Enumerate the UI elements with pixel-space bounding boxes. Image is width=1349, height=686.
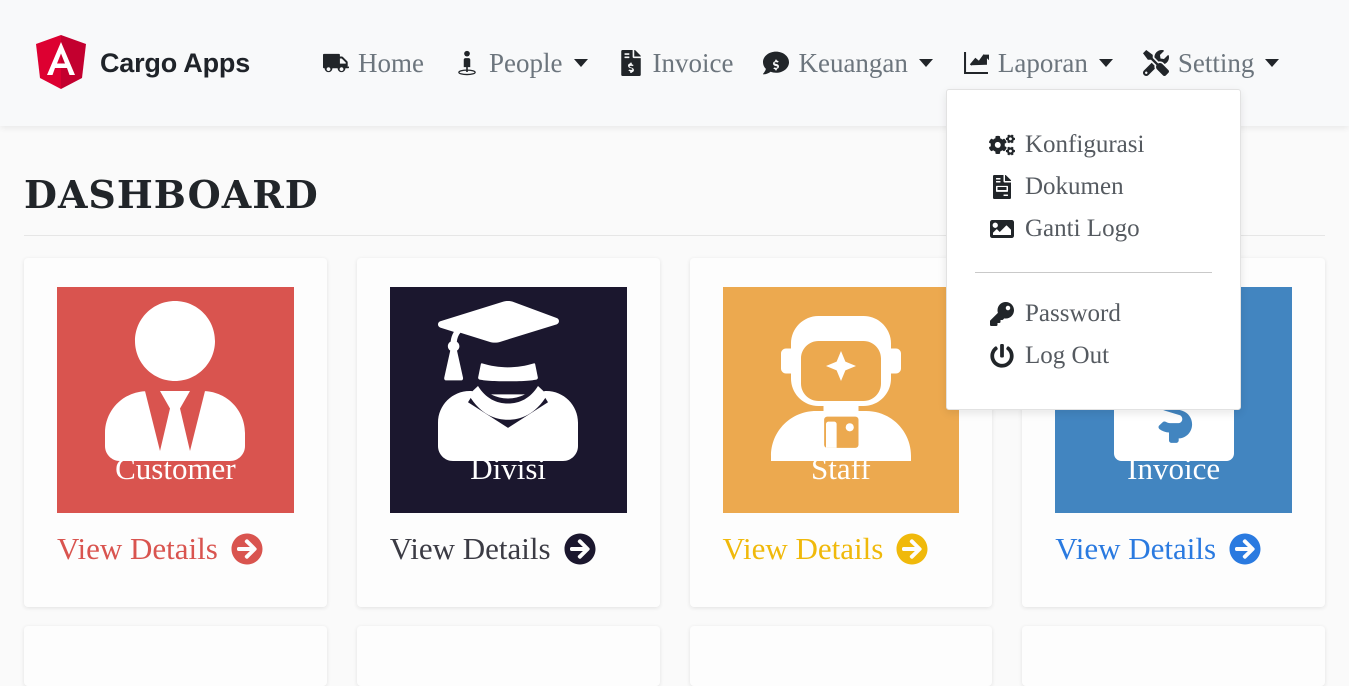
card-col — [9, 626, 342, 686]
view-details-label: View Details — [722, 531, 884, 566]
nav-item-label: Keuangan — [798, 47, 908, 78]
card-col: Customer View Details — [9, 258, 342, 607]
dropdown-item-log-out[interactable]: Log Out — [947, 335, 1240, 377]
chevron-down-icon — [1098, 59, 1113, 67]
chevron-down-icon — [1265, 59, 1280, 67]
nav-item-laporan[interactable]: Laporan — [948, 48, 1128, 79]
card-tile: Divisi — [389, 287, 627, 513]
dashboard-card-row-secondary — [0, 607, 1349, 686]
dashboard-card-placeholder[interactable] — [356, 626, 660, 686]
user-astronaut-icon — [768, 301, 914, 461]
chevron-down-icon — [918, 59, 933, 67]
file-invoice-dollar-icon — [618, 50, 644, 76]
dropdown-item-password[interactable]: Password — [947, 293, 1240, 335]
dropdown-item-label: Ganti Logo — [1025, 215, 1140, 242]
nav-item-label: Setting — [1177, 47, 1255, 78]
arrow-circle-right-icon — [896, 533, 928, 565]
dropdown-item-label: Log Out — [1025, 342, 1110, 369]
dropdown-item-konfigurasi[interactable]: Konfigurasi — [947, 124, 1240, 166]
card-tile: Customer — [57, 287, 294, 513]
nav-item-label: Invoice — [652, 47, 734, 78]
arrow-circle-right-icon — [1229, 533, 1261, 565]
nav-item-setting[interactable]: Setting — [1128, 48, 1295, 79]
card-label: Invoice — [1127, 451, 1221, 486]
view-details-link[interactable]: View Details — [1055, 513, 1292, 583]
user-pedestal-icon — [454, 50, 480, 76]
card-col: Divisi View Details — [342, 258, 675, 607]
view-details-label: View Details — [389, 531, 551, 566]
dashboard-card-placeholder[interactable] — [1022, 626, 1325, 686]
dashboard-card-placeholder[interactable] — [24, 626, 327, 686]
image-icon — [989, 217, 1015, 241]
dropdown-item-dokumen[interactable]: Dokumen — [947, 166, 1240, 208]
view-details-label: View Details — [1055, 531, 1217, 566]
dropdown-item-label: Password — [1025, 300, 1121, 327]
cogs-icon — [989, 133, 1015, 157]
card-tile: Staff — [722, 287, 960, 513]
nav-item-label: Laporan — [997, 47, 1088, 78]
view-details-label: View Details — [57, 531, 218, 566]
card-label: Divisi — [470, 451, 547, 486]
setting-dropdown-menu: Konfigurasi Dokumen Ganti Logo Password … — [946, 89, 1241, 410]
dropdown-item-ganti-logo[interactable]: Ganti Logo — [947, 208, 1240, 250]
dashboard-card-divisi[interactable]: Divisi View Details — [356, 258, 660, 607]
nav-item-label: Home — [358, 47, 424, 78]
arrow-circle-right-icon — [231, 533, 263, 565]
nav-item-label: People — [489, 47, 563, 78]
nav-item-people[interactable]: People — [439, 48, 603, 79]
angular-shield-icon — [36, 35, 86, 91]
card-label: Staff — [811, 451, 871, 486]
brand-name: Cargo Apps — [100, 47, 251, 78]
arrow-circle-right-icon — [564, 533, 596, 565]
chevron-down-icon — [573, 59, 588, 67]
key-icon — [989, 302, 1015, 326]
user-graduate-icon — [435, 301, 581, 461]
file-invoice-icon — [989, 175, 1015, 199]
chart-line-square-icon — [963, 50, 989, 76]
view-details-link[interactable]: View Details — [723, 513, 960, 583]
card-col — [342, 626, 675, 686]
dropdown-divider — [975, 272, 1212, 273]
truck-icon — [323, 50, 350, 76]
card-label: Customer — [115, 451, 236, 486]
user-tie-icon — [102, 301, 248, 461]
card-col — [675, 626, 1008, 686]
dashboard-card-customer[interactable]: Customer View Details — [24, 258, 327, 607]
nav-item-keuangan[interactable]: Keuangan — [748, 48, 947, 79]
nav-items: Home People Invoice Keuangan Laporan Set… — [308, 48, 1294, 79]
comment-dollar-icon — [763, 50, 790, 76]
card-col — [1007, 626, 1340, 686]
nav-item-invoice[interactable]: Invoice — [603, 48, 749, 79]
view-details-link[interactable]: View Details — [57, 513, 294, 583]
power-off-icon — [989, 344, 1015, 368]
brand-logo-link[interactable]: Cargo Apps — [36, 35, 250, 91]
nav-item-home[interactable]: Home — [308, 48, 439, 79]
dropdown-item-label: Konfigurasi — [1025, 131, 1145, 158]
view-details-link[interactable]: View Details — [390, 513, 627, 583]
dashboard-card-placeholder[interactable] — [689, 626, 993, 686]
dropdown-item-label: Dokumen — [1025, 173, 1124, 200]
screwdriver-wrench-icon — [1142, 50, 1169, 76]
